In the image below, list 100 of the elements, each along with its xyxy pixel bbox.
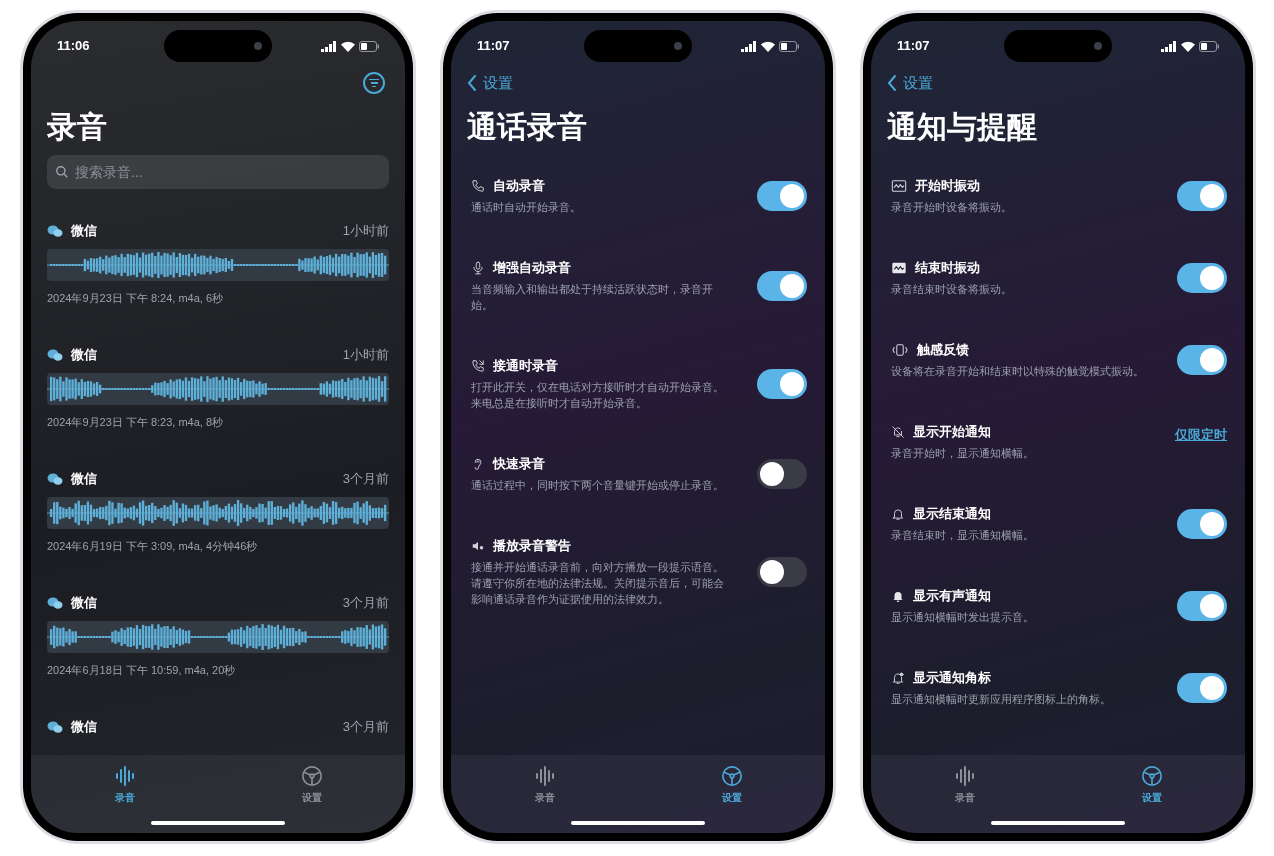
- toggle-switch[interactable]: [757, 271, 807, 301]
- recording-source: 微信: [71, 718, 97, 737]
- setting-title: 触感反馈: [917, 341, 969, 360]
- toggle-switch[interactable]: [1177, 181, 1227, 211]
- speaker-icon: [471, 539, 485, 553]
- setting-title: 增强自动录音: [493, 259, 571, 278]
- tab[interactable]: 录音: [94, 765, 155, 805]
- setting-description: 当音频输入和输出都处于持续活跃状态时，录音开始。: [471, 282, 714, 313]
- setting-title: 显示开始通知: [913, 423, 991, 442]
- setting-title: 接通时录音: [493, 357, 558, 376]
- setting-description: 显示通知横幅时发出提示音。: [891, 610, 1035, 625]
- back-button[interactable]: 设置: [887, 71, 933, 95]
- phone-icon: [471, 179, 485, 193]
- waveform-icon: [953, 765, 976, 787]
- filter-button[interactable]: [363, 72, 385, 94]
- setting-description: 录音开始时设备将振动。: [891, 200, 1013, 215]
- bell-icon: [891, 507, 905, 521]
- option-link[interactable]: 仅限定时: [1175, 425, 1227, 445]
- setting-title: 快速录音: [493, 455, 545, 474]
- waveform-icon: [533, 765, 556, 787]
- setting-title: 显示结束通知: [913, 505, 991, 524]
- setting-description: 打开此开关，仅在电话对方接听时才自动开始录音。来电总是在接听时才自动开始录音。: [471, 380, 725, 411]
- tab[interactable]: 录音: [514, 765, 575, 805]
- tab[interactable]: 录音: [934, 765, 995, 805]
- toggle-switch[interactable]: [757, 459, 807, 489]
- chat-bubbles-icon: [47, 597, 63, 609]
- setting-title: 播放录音警告: [493, 537, 571, 556]
- toggle-switch[interactable]: [757, 181, 807, 211]
- toggle-switch[interactable]: [757, 557, 807, 587]
- recording-source: 微信: [71, 470, 97, 489]
- wifi-icon: [761, 40, 775, 52]
- recording-source: 微信: [71, 346, 97, 365]
- setting-description: 显示通知横幅时更新应用程序图标上的角标。: [891, 692, 1112, 707]
- vibration-icon: [891, 261, 907, 275]
- battery-icon: [779, 40, 799, 52]
- chevron-left-icon: [467, 74, 477, 92]
- chat-bubbles-icon: [47, 349, 63, 361]
- tab[interactable]: 设置: [1121, 765, 1182, 805]
- recording-source: 微信: [71, 594, 97, 613]
- page-title: 录音: [46, 109, 108, 145]
- battery-icon: [1199, 40, 1219, 52]
- battery-icon: [359, 40, 379, 52]
- recording-age: 1小时前: [342, 222, 389, 241]
- setting-description: 录音结束时设备将振动。: [891, 282, 1013, 297]
- status-time: 11:06: [57, 37, 91, 56]
- setting-title: 自动录音: [493, 177, 545, 196]
- wifi-icon: [341, 40, 355, 52]
- setting-title: 显示通知角标: [913, 669, 991, 688]
- chevron-left-icon: [887, 74, 897, 92]
- setting-title: 显示有声通知: [913, 587, 991, 606]
- toggle-switch[interactable]: [1177, 345, 1227, 375]
- recording-age: 3个月前: [342, 594, 389, 613]
- setting-description: 通话过程中，同时按下两个音量键开始或停止录音。: [471, 478, 725, 493]
- tab[interactable]: 设置: [281, 765, 342, 805]
- recording-source: 微信: [71, 222, 97, 241]
- microphone-icon: [471, 261, 485, 275]
- vibration-icon: [891, 179, 907, 193]
- phone-vibrate-icon: [891, 343, 909, 357]
- recording-age: 1小时前: [342, 346, 389, 365]
- recording-age: 3个月前: [342, 470, 389, 489]
- status-time: 11:07: [897, 37, 931, 56]
- page-title: 通话录音: [466, 109, 588, 145]
- status-time: 11:07: [477, 37, 511, 56]
- signal-icon: [1161, 40, 1177, 52]
- bell-slash-icon: [891, 425, 905, 439]
- toggle-switch[interactable]: [1177, 591, 1227, 621]
- recording-details: 2024年9月23日 下午 8:24, m4a, 6秒: [47, 291, 225, 305]
- setting-description: 接通并开始通话录音前，向对方播放一段提示语音。请遵守你所在地的法律法规。关闭提示音后，可能会影响通话录音作为证据使用的法律效力。: [471, 560, 725, 607]
- toggle-switch[interactable]: [1177, 509, 1227, 539]
- recording-details: 2024年6月19日 下午 3:09, m4a, 4分钟46秒: [47, 539, 259, 553]
- ear-icon: [471, 457, 485, 471]
- chat-bubbles-icon: [47, 225, 63, 237]
- setting-title: 开始时振动: [915, 177, 980, 196]
- chat-bubbles-icon: [47, 473, 63, 485]
- settings-icon: [300, 765, 323, 787]
- wifi-icon: [1181, 40, 1195, 52]
- tab[interactable]: 设置: [701, 765, 762, 805]
- signal-icon: [321, 40, 337, 52]
- phone-arrow-icon: [471, 359, 485, 373]
- page-title: 通知与提醒: [886, 109, 1038, 145]
- chat-bubbles-icon: [47, 721, 63, 733]
- setting-description: 通话时自动开始录音。: [471, 200, 582, 215]
- toggle-switch[interactable]: [1177, 673, 1227, 703]
- settings-icon: [720, 765, 743, 787]
- settings-icon: [1140, 765, 1163, 787]
- recording-details: 2024年9月23日 下午 8:23, m4a, 8秒: [47, 415, 225, 429]
- toggle-switch[interactable]: [1177, 263, 1227, 293]
- signal-icon: [741, 40, 757, 52]
- waveform-icon: [113, 765, 136, 787]
- search-icon: [55, 165, 69, 179]
- setting-description: 录音开始时，显示通知横幅。: [891, 446, 1035, 461]
- back-button[interactable]: 设置: [467, 71, 513, 95]
- setting-description: 录音结束时，显示通知横幅。: [891, 528, 1035, 543]
- recording-age: 3个月前: [342, 718, 389, 737]
- setting-description: 设备将在录音开始和结束时以特殊的触觉模式振动。: [891, 364, 1145, 379]
- setting-title: 结束时振动: [915, 259, 980, 278]
- recording-details: 2024年6月18日 下午 10:59, m4a, 20秒: [47, 663, 237, 677]
- bell-icon: [891, 589, 905, 603]
- bell-badge-icon: [891, 671, 905, 685]
- toggle-switch[interactable]: [757, 369, 807, 399]
